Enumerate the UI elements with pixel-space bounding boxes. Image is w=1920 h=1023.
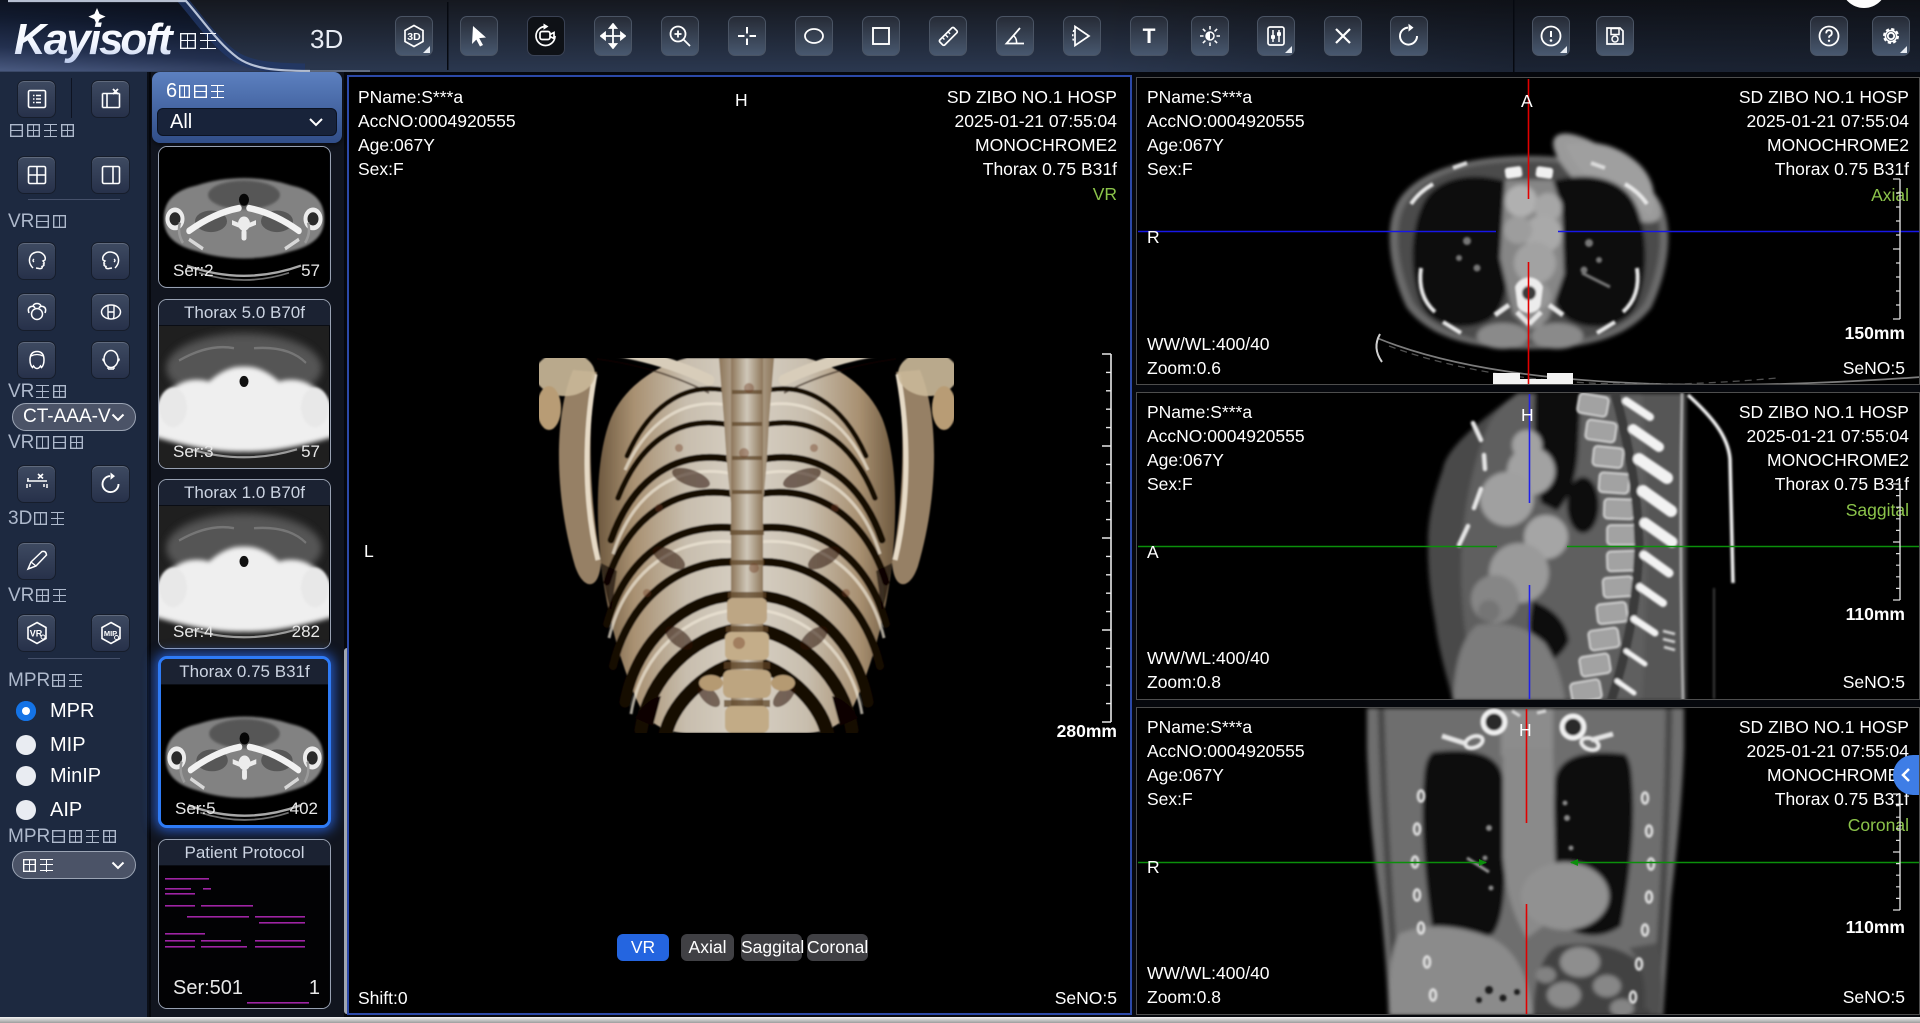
svg-text:Kayisoft: Kayisoft [14, 15, 175, 64]
svg-text:3D: 3D [310, 24, 343, 54]
svg-text:3D: 3D [407, 31, 421, 43]
svg-text:T: T [1143, 25, 1156, 48]
